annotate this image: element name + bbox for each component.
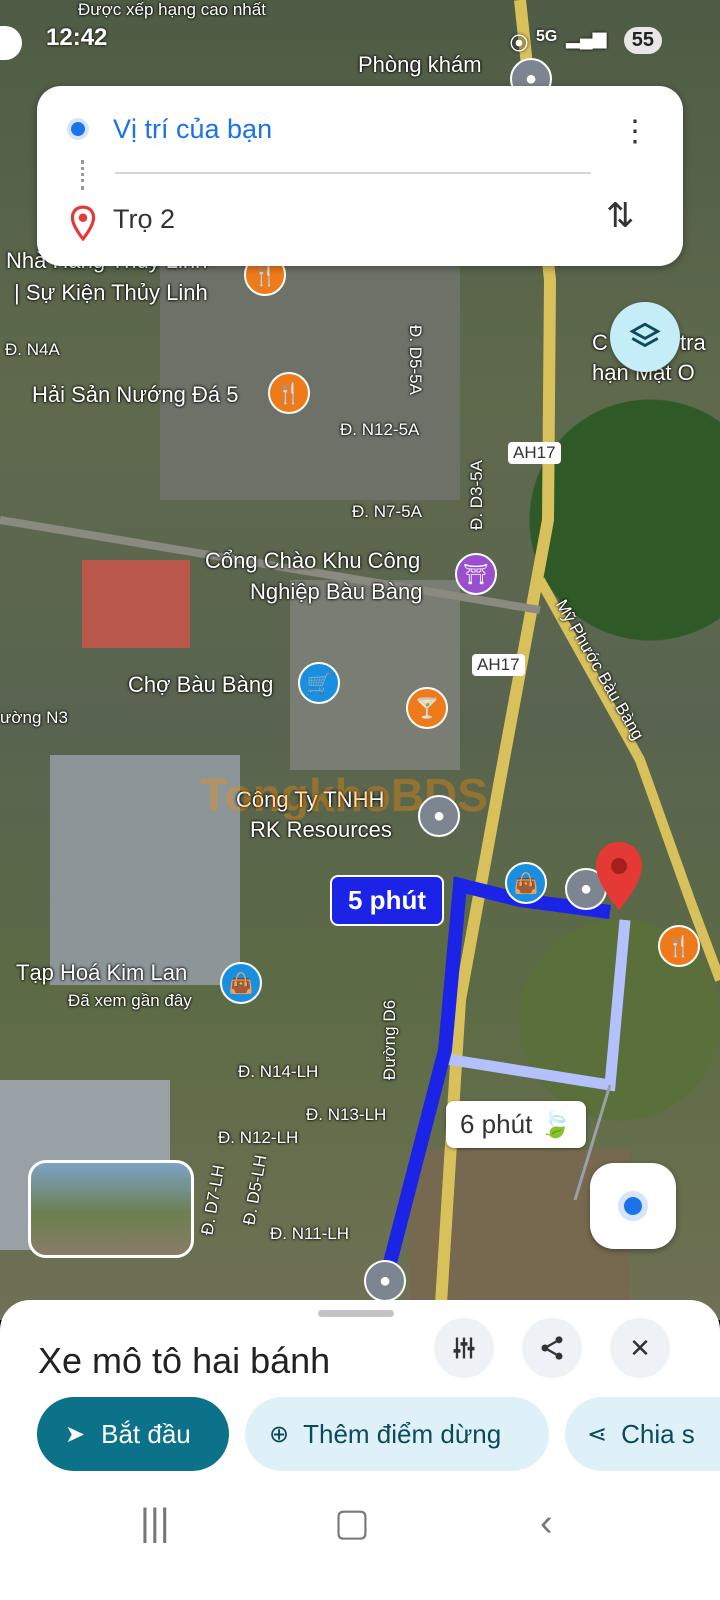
alt-route-time-text: 6 phút	[460, 1109, 533, 1139]
share-route-button[interactable]: ⋖ Chia s	[565, 1397, 720, 1471]
tune-icon[interactable]	[434, 1318, 494, 1378]
eco-leaf-icon: 🍃	[539, 1109, 572, 1139]
map-label: Đ. N12-5A	[340, 420, 420, 439]
shopping-bag-icon[interactable]: 👜	[220, 962, 262, 1004]
start-marker-icon: ●	[364, 1260, 406, 1302]
divider	[115, 172, 591, 174]
add-stop-button[interactable]: ⊕ Thêm điểm dừng	[245, 1397, 549, 1471]
map-label: C	[592, 330, 608, 355]
location-status-icon: ⦿	[510, 34, 528, 54]
shopping-bag-icon[interactable]: 👜	[505, 862, 547, 904]
destination-marker-icon	[70, 205, 96, 241]
restaurant-icon[interactable]: 🍴	[658, 925, 700, 967]
map-label: Đ. N13-LH	[306, 1105, 387, 1124]
map-label: Đ. N7-5A	[352, 502, 422, 521]
shopping-cart-icon[interactable]: 🛒	[298, 662, 340, 704]
map-label[interactable]: Nghiệp Bàu Bàng	[250, 579, 422, 605]
map-label: tra	[680, 330, 706, 355]
start-button-label: Bắt đầu	[101, 1418, 191, 1449]
home-icon[interactable]: ▢	[334, 1500, 370, 1545]
your-location-icon	[67, 118, 89, 140]
map-label[interactable]: Chợ Bàu Bàng	[128, 672, 273, 698]
map-label: Đ. N4A	[5, 340, 60, 359]
map-label: Đã xem gần đây	[68, 991, 192, 1010]
route-dots	[81, 160, 86, 190]
share-route-label: Chia s	[621, 1418, 695, 1449]
map-label: Đ. N12-LH	[218, 1128, 299, 1147]
map-label[interactable]: Cổng Chào Khu Công	[205, 548, 420, 574]
add-location-icon: ⊕	[269, 1420, 290, 1448]
swap-vert-icon[interactable]: ⇅	[606, 196, 635, 236]
travel-mode-title: Xe mô tô hai bánh	[38, 1340, 331, 1381]
network-type: 5G	[536, 28, 558, 45]
map-label: Đường D6	[380, 999, 400, 1081]
my-location-icon	[618, 1191, 648, 1221]
share-icon[interactable]	[522, 1318, 582, 1378]
start-button[interactable]: ➤ Bắt đầu	[37, 1397, 229, 1471]
highway-badge: AH17	[508, 442, 561, 464]
status-time: 12:42	[46, 24, 108, 51]
back-icon[interactable]: ‹	[540, 1502, 553, 1545]
navigation-arrow-icon: ➤	[65, 1420, 86, 1448]
recent-apps-icon[interactable]: |||	[140, 1502, 170, 1545]
status-bar: 12:42 ⦿ 5G ▂▄▆ 55	[0, 0, 720, 80]
sheet-drag-handle[interactable]	[318, 1310, 394, 1317]
destination-field[interactable]: Trọ 2	[113, 204, 175, 235]
bar-icon[interactable]: 🍸	[406, 687, 448, 729]
map-label[interactable]: Tạp Hoá Kim Lan	[16, 960, 187, 986]
highway-badge: AH17	[472, 654, 525, 676]
shopping-cart-icon	[0, 26, 22, 60]
restaurant-icon[interactable]: 🍴	[268, 372, 310, 414]
map-label[interactable]: Hải Sản Nướng Đá 5	[32, 382, 238, 408]
battery-level: 55	[623, 27, 662, 54]
primary-route-time[interactable]: 5 phút	[330, 875, 444, 926]
alt-route-time[interactable]: 6 phút 🍃	[446, 1101, 586, 1148]
map-label[interactable]: | Sự Kiện Thủy Linh	[14, 280, 208, 306]
more-vert-icon[interactable]: ⋮	[620, 114, 650, 149]
origin-field[interactable]: Vị trí của bạn	[113, 114, 272, 145]
map-label: ường N3	[0, 708, 68, 727]
map-label: Đ. N11-LH	[270, 1224, 350, 1243]
destination-pin-icon[interactable]	[594, 840, 644, 920]
map-label: Đ. N14-LH	[238, 1062, 319, 1081]
map-label: Đ. D3-5A	[466, 460, 486, 530]
close-icon[interactable]: ✕	[610, 1318, 670, 1378]
directions-card	[37, 86, 683, 266]
street-view-thumbnail[interactable]	[28, 1160, 194, 1258]
layers-button[interactable]	[610, 302, 680, 372]
share-icon: ⋖	[587, 1420, 608, 1448]
add-stop-label: Thêm điểm dừng	[303, 1418, 502, 1449]
signal-icon: ▂▄▆	[566, 28, 607, 48]
place-pin-icon[interactable]: ●	[418, 795, 460, 837]
my-location-button[interactable]	[590, 1163, 676, 1249]
landmark-icon[interactable]: ⛩	[455, 553, 497, 595]
primary-route-line	[376, 876, 611, 1292]
map-label: Đ. D5-5A	[405, 325, 425, 395]
layers-icon	[629, 322, 661, 348]
